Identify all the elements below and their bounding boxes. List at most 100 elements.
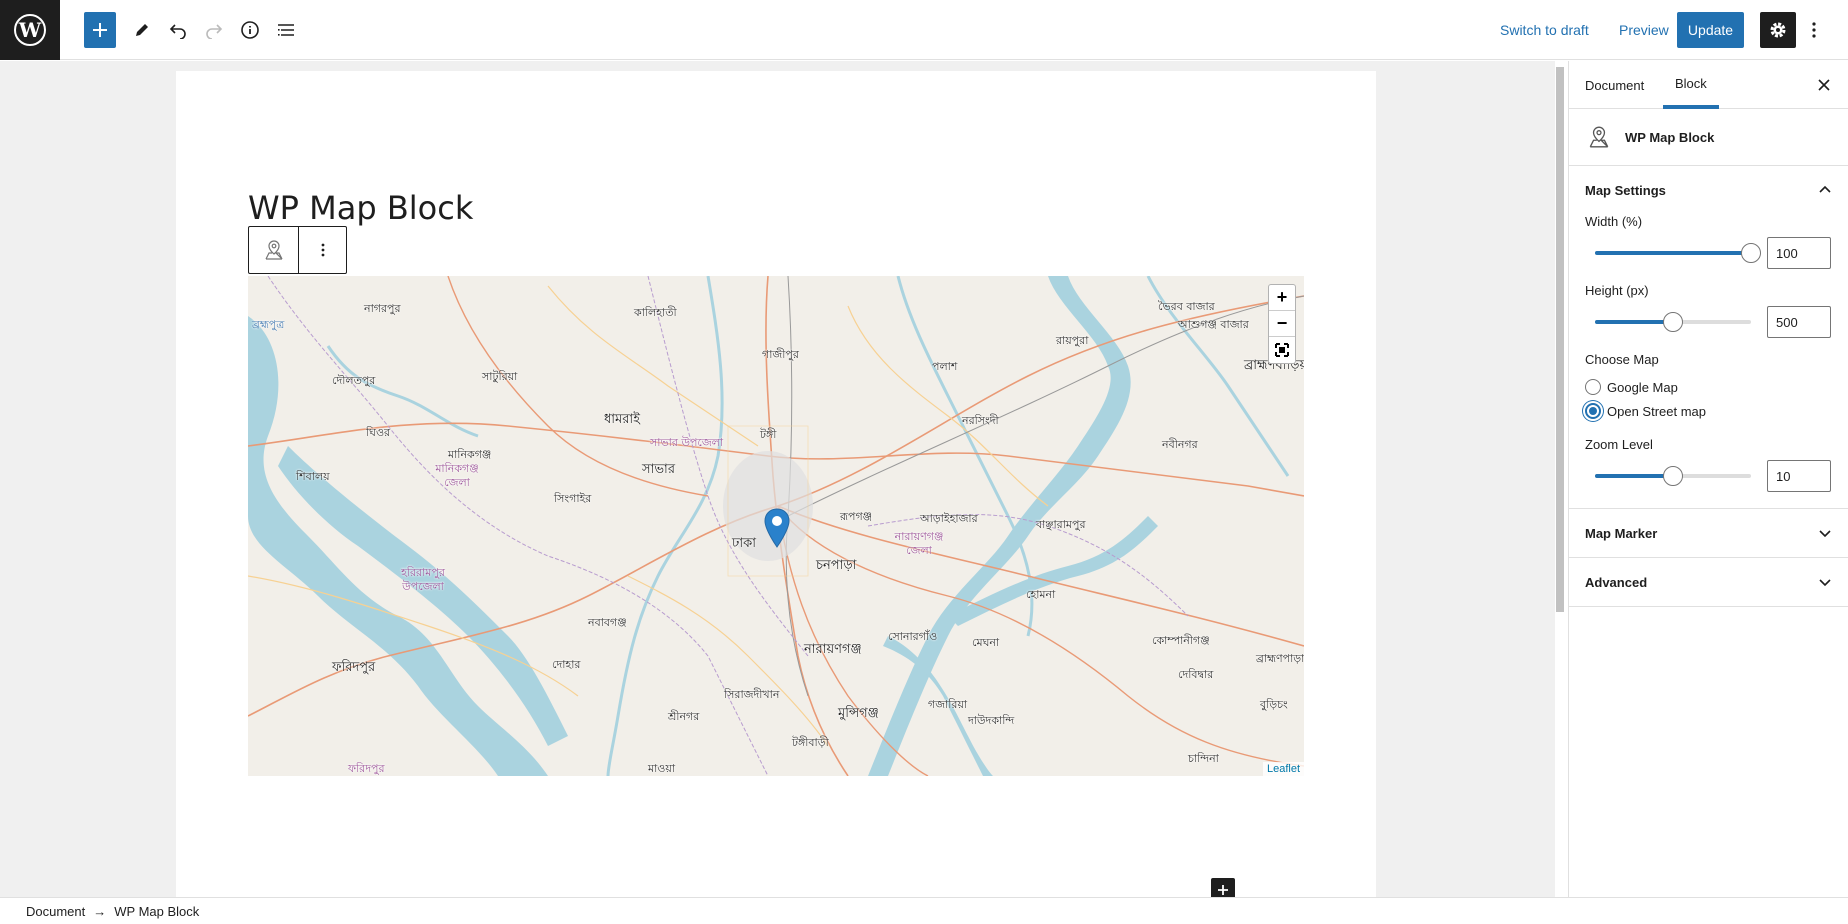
map-label: হোমনা bbox=[1026, 588, 1056, 601]
more-vertical-icon bbox=[321, 243, 324, 257]
google-map-option[interactable]: Google Map bbox=[1585, 375, 1832, 399]
close-sidebar-button[interactable] bbox=[1814, 75, 1834, 95]
map-label: নবাবগঞ্জ bbox=[588, 616, 627, 629]
map-label: দেবিদ্বার bbox=[1178, 668, 1214, 681]
tools-button[interactable] bbox=[124, 12, 160, 48]
block-card-title: WP Map Block bbox=[1625, 129, 1715, 145]
width-input[interactable]: 100 bbox=[1767, 237, 1831, 269]
map-label: দাউদকান্দি bbox=[968, 714, 1015, 727]
map-settings-toggle[interactable]: Map Settings bbox=[1569, 166, 1848, 214]
map-marker-toggle[interactable]: Map Marker bbox=[1569, 509, 1848, 557]
more-vertical-icon bbox=[1812, 22, 1816, 38]
map-label: ফরিদপুর bbox=[348, 762, 385, 775]
map-label: ফরিদপুর bbox=[332, 660, 376, 675]
width-label: Width (%) bbox=[1585, 214, 1643, 229]
map-label: বুড়িচং bbox=[1260, 698, 1288, 711]
post-title[interactable]: WP Map Block bbox=[248, 189, 473, 227]
map-label: সিংগাইর bbox=[554, 492, 592, 505]
gear-icon bbox=[1770, 22, 1786, 38]
map-label: আশুগঞ্জ বাজার bbox=[1178, 318, 1249, 331]
map-label: ধামরাই bbox=[604, 412, 640, 427]
map-label: মানিকগঞ্জ জেলা bbox=[435, 462, 479, 489]
tab-document[interactable]: Document bbox=[1585, 61, 1644, 109]
zoom-level-label: Zoom Level bbox=[1585, 437, 1653, 452]
fullscreen-button[interactable] bbox=[1269, 337, 1295, 363]
editor-page: WP Map Block নাগরপুর কালিহাতী ভৈরব বাজার… bbox=[176, 71, 1376, 902]
close-icon bbox=[1818, 79, 1830, 91]
radio-open-street-map[interactable] bbox=[1585, 403, 1601, 419]
undo-button[interactable] bbox=[160, 12, 196, 48]
map-label: টঙ্গী bbox=[760, 428, 777, 441]
zoom-level-input[interactable]: 10 bbox=[1767, 460, 1831, 492]
radio-label: Open Street map bbox=[1607, 403, 1706, 419]
breadcrumb-document[interactable]: Document bbox=[26, 904, 85, 919]
slider-thumb[interactable] bbox=[1663, 466, 1683, 486]
fullscreen-icon bbox=[1275, 343, 1289, 357]
map-label: রায়পুরা bbox=[1056, 334, 1089, 347]
chevron-down-icon bbox=[1819, 579, 1831, 587]
wordpress-icon: W bbox=[14, 14, 46, 46]
map-zoom-control: + − bbox=[1268, 284, 1296, 364]
panel-title: Map Marker bbox=[1585, 525, 1658, 541]
choose-map-label: Choose Map bbox=[1585, 352, 1659, 367]
scrollbar-thumb[interactable] bbox=[1556, 67, 1564, 612]
redo-button[interactable] bbox=[196, 12, 232, 48]
zoom-out-button[interactable]: − bbox=[1269, 311, 1295, 337]
redo-icon bbox=[206, 24, 223, 39]
map-label: সোনারগাঁও bbox=[888, 630, 938, 643]
width-control: 100 bbox=[1585, 237, 1832, 269]
map-attribution-link[interactable]: Leaflet bbox=[1262, 762, 1304, 776]
wordpress-logo-button[interactable]: W bbox=[0, 0, 60, 60]
map-label: দৌলতপুর bbox=[332, 374, 376, 387]
map-label: ব্রাহ্মণপাড়া bbox=[1256, 652, 1304, 665]
add-block-button[interactable] bbox=[84, 12, 116, 48]
radio-label: Google Map bbox=[1607, 379, 1678, 395]
zoom-in-button[interactable]: + bbox=[1269, 285, 1295, 311]
advanced-toggle[interactable]: Advanced bbox=[1569, 558, 1848, 606]
map-pin-icon bbox=[1589, 126, 1609, 148]
map-label: ব্রহ্মপুত্র bbox=[252, 318, 285, 331]
panel-title: Map Settings bbox=[1585, 182, 1666, 198]
height-slider[interactable] bbox=[1595, 312, 1751, 332]
map-label: আড়াইহাজার bbox=[920, 512, 978, 525]
slider-thumb[interactable] bbox=[1741, 243, 1761, 263]
info-icon bbox=[241, 21, 259, 39]
map-label: চান্দিনা bbox=[1188, 752, 1219, 765]
preview-button[interactable]: Preview bbox=[1619, 12, 1669, 48]
settings-button[interactable] bbox=[1760, 12, 1796, 48]
map-label: মুন্সিগঞ্জ bbox=[838, 706, 879, 721]
options-menu-button[interactable] bbox=[1800, 12, 1828, 48]
height-input[interactable]: 500 bbox=[1767, 306, 1831, 338]
zoom-control: 10 bbox=[1585, 460, 1832, 492]
details-button[interactable] bbox=[232, 12, 268, 48]
settings-sidebar: Document Block WP Map Block Map Settings… bbox=[1568, 61, 1848, 897]
map-marker-panel: Map Marker bbox=[1569, 509, 1848, 558]
map-label: ঘিওর bbox=[366, 426, 391, 439]
map-label: ঢাকা bbox=[732, 536, 756, 551]
tab-block[interactable]: Block bbox=[1663, 61, 1719, 109]
switch-to-draft-button[interactable]: Switch to draft bbox=[1500, 12, 1589, 48]
radio-google-map[interactable] bbox=[1585, 379, 1601, 395]
map-label: নবীনগর bbox=[1162, 438, 1198, 451]
canvas-scrollbar[interactable] bbox=[1553, 67, 1567, 897]
chevron-down-icon bbox=[1819, 530, 1831, 538]
chevron-up-icon bbox=[1819, 185, 1831, 193]
breadcrumb-current[interactable]: WP Map Block bbox=[114, 904, 199, 919]
plus-icon bbox=[1218, 885, 1228, 895]
osm-option[interactable]: Open Street map bbox=[1585, 399, 1832, 423]
map-label: টঙ্গীবাড়ী bbox=[792, 736, 829, 749]
width-slider[interactable] bbox=[1595, 243, 1761, 263]
map-marker-icon[interactable] bbox=[764, 508, 790, 553]
map-label: সাভার bbox=[642, 462, 675, 477]
map-label: কোম্পানীগঞ্জ bbox=[1152, 634, 1210, 647]
map-label: নারায়ণগঞ্জ bbox=[804, 642, 862, 657]
height-label: Height (px) bbox=[1585, 283, 1649, 298]
block-type-button[interactable] bbox=[249, 227, 299, 273]
sidebar-tabs: Document Block bbox=[1569, 61, 1848, 109]
zoom-slider[interactable] bbox=[1595, 466, 1751, 486]
slider-thumb[interactable] bbox=[1663, 312, 1683, 332]
update-button[interactable]: Update bbox=[1677, 12, 1744, 48]
list-view-button[interactable] bbox=[268, 12, 304, 48]
block-options-button[interactable] bbox=[299, 227, 346, 273]
map-block[interactable]: নাগরপুর কালিহাতী ভৈরব বাজার আশুগঞ্জ বাজা… bbox=[248, 276, 1304, 776]
